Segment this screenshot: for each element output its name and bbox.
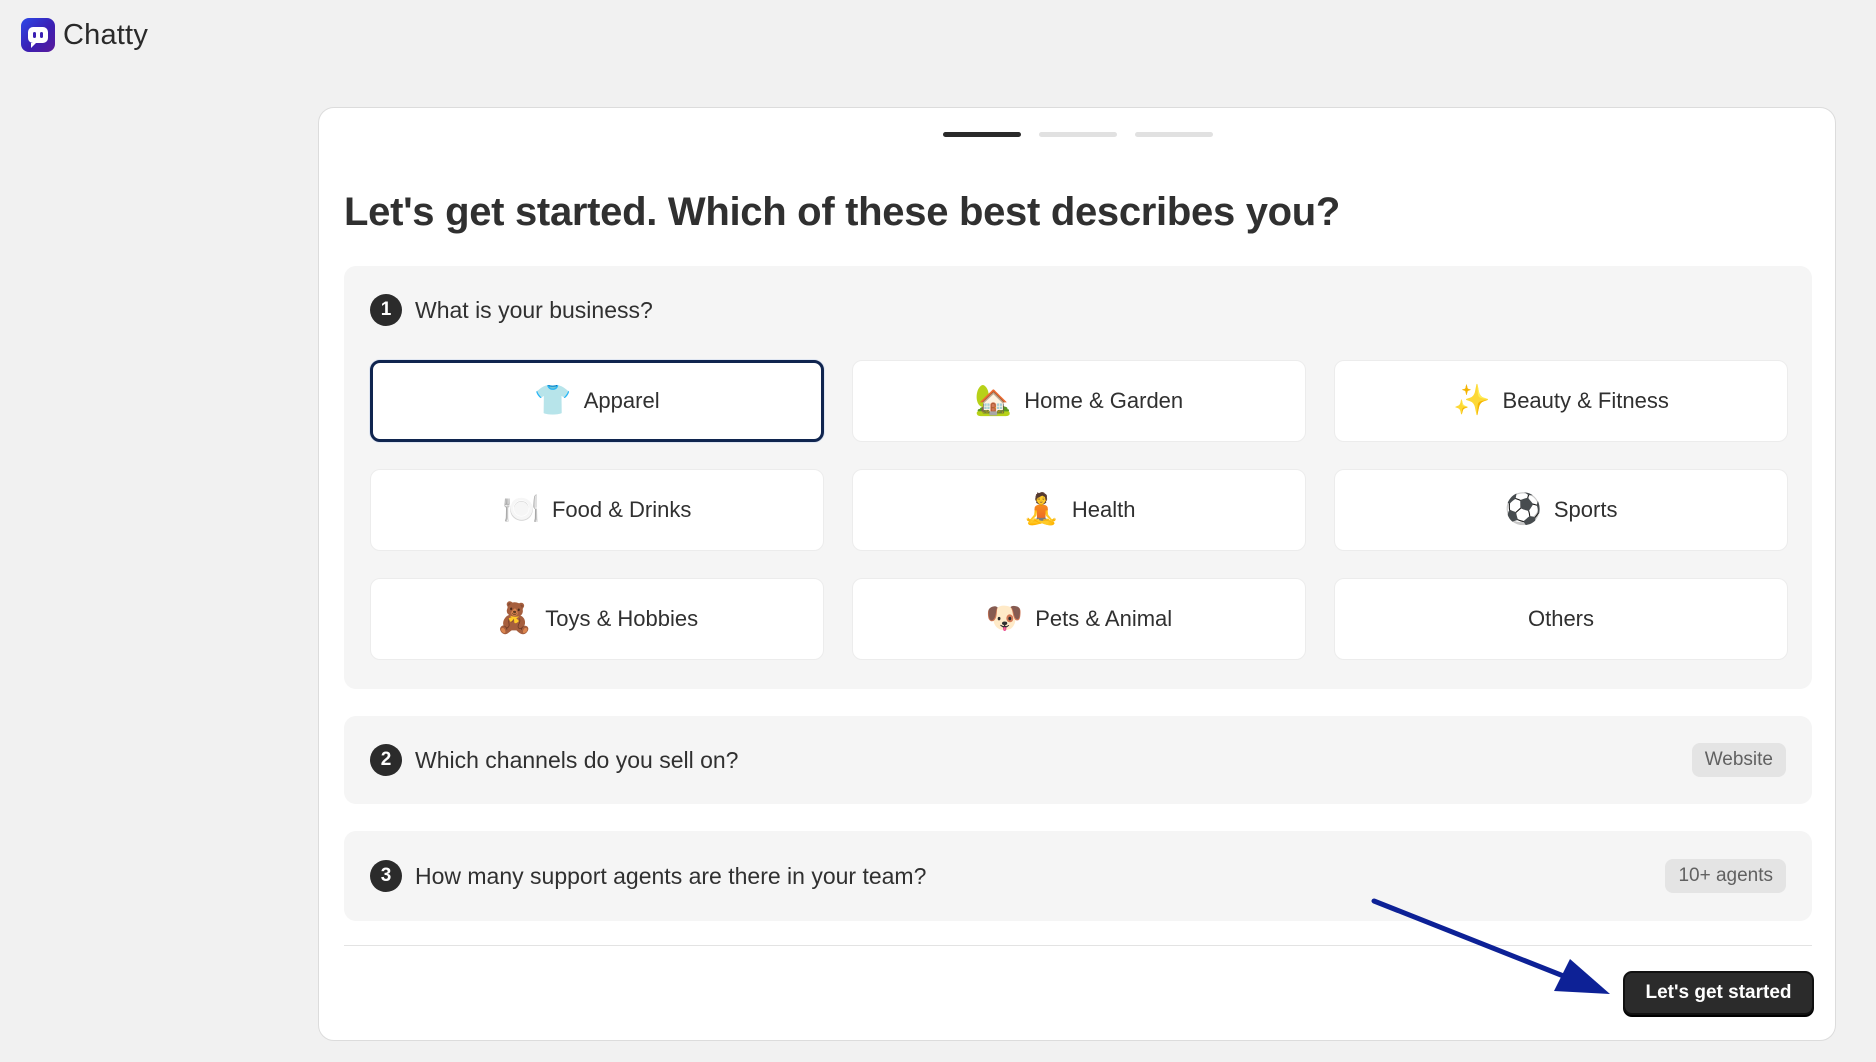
step-number-badge: 1 [370,294,402,326]
step-number-badge: 2 [370,744,402,776]
dog-face-icon: 🐶 [985,601,1024,636]
business-question: What is your business? [415,296,653,323]
option-sports[interactable]: ⚽ Sports [1334,469,1788,551]
annotation-arrow-icon [1371,898,1610,994]
agents-answer-badge: 10+ agents [1665,859,1786,893]
step-indicator-1 [943,132,1021,137]
house-garden-icon: 🏡 [974,383,1013,418]
business-options-grid: 👕 Apparel 🏡 Home & Garden ✨ Beauty & Fit… [370,360,1788,660]
sparkles-icon: ✨ [1453,383,1491,418]
chat-bubble-icon [21,18,55,52]
shirt-icon: 👕 [534,383,572,418]
top-bar: Chatty [0,0,1876,70]
channels-section[interactable]: 2 Which channels do you sell on? Website [344,716,1812,804]
option-label: Apparel [583,388,660,413]
option-pets-animal[interactable]: 🐶 Pets & Animal [852,578,1306,660]
option-label: Health [1071,497,1136,522]
option-label: Sports [1553,497,1618,522]
channels-section-header: 2 Which channels do you sell on? [370,716,738,804]
step-indicator-3 [1135,132,1213,137]
channels-question: Which channels do you sell on? [415,746,739,773]
option-label: Others [1527,606,1595,631]
plate-cutlery-icon: 🍽️ [502,492,540,527]
step-indicator-2 [1039,132,1117,137]
brand-name: Chatty [63,18,149,51]
agents-section-header: 3 How many support agents are there in y… [370,831,926,921]
option-others[interactable]: Others [1334,578,1788,660]
page-title: Let's get started. Which of these best d… [344,190,1341,234]
option-label: Food & Drinks [551,497,692,522]
option-toys-hobbies[interactable]: 🧸 Toys & Hobbies [370,578,824,660]
option-label: Beauty & Fitness [1502,388,1669,413]
step-progress [943,132,1213,137]
option-label: Home & Garden [1024,388,1184,413]
option-beauty-fitness[interactable]: ✨ Beauty & Fitness [1334,360,1788,442]
business-section: 1 What is your business? 👕 Apparel 🏡 Hom… [344,266,1812,689]
lets-get-started-button[interactable]: Let's get started [1623,971,1814,1015]
option-label: Toys & Hobbies [545,606,699,631]
meditation-icon: 🧘 [1022,492,1060,527]
step-number-badge: 3 [370,860,402,892]
option-health[interactable]: 🧘 Health [852,469,1306,551]
option-label: Pets & Animal [1035,606,1173,631]
option-apparel[interactable]: 👕 Apparel [370,360,824,442]
channels-answer-badge: Website [1691,743,1786,777]
soccer-ball-icon: ⚽ [1504,492,1542,527]
option-home-garden[interactable]: 🏡 Home & Garden [852,360,1306,442]
business-section-header: 1 What is your business? [370,294,653,326]
agents-question: How many support agents are there in you… [415,862,927,889]
option-food-drinks[interactable]: 🍽️ Food & Drinks [370,469,824,551]
teddy-bear-icon: 🧸 [495,601,534,636]
